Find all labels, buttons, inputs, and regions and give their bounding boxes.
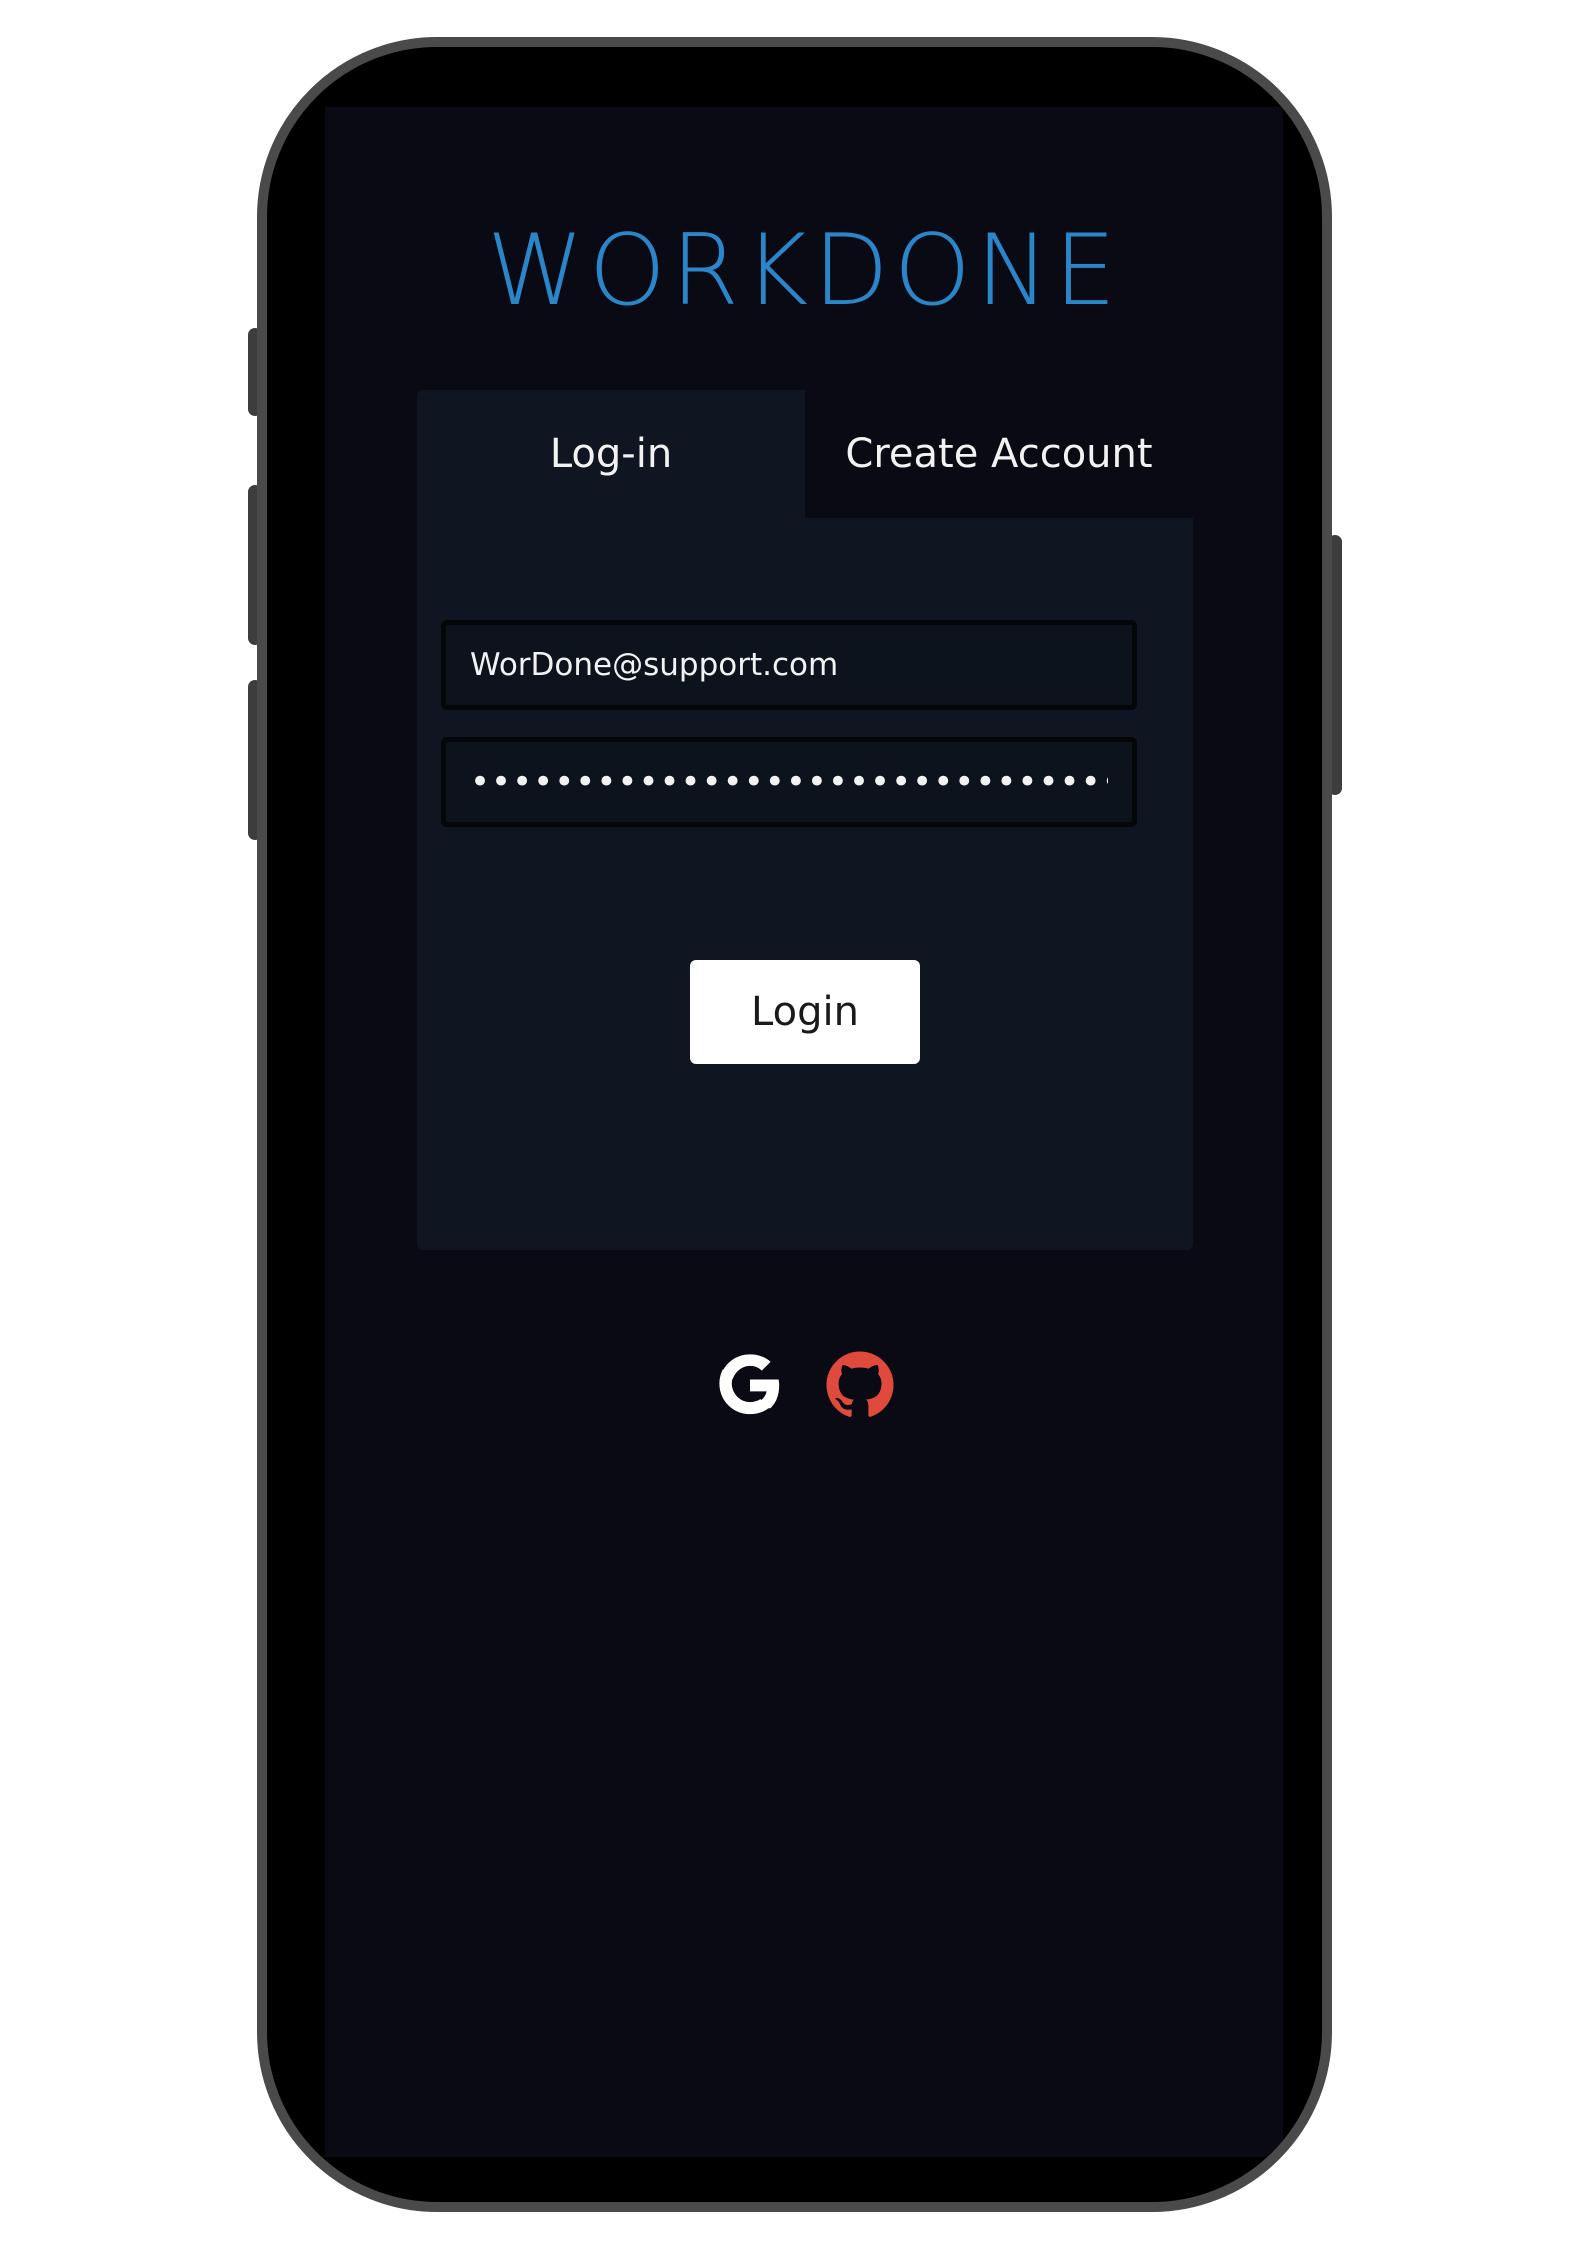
auth-card: Log-in Create Account Login bbox=[417, 390, 1193, 1250]
phone-frame: WORKDONE Log-in Create Account Login bbox=[257, 37, 1332, 2212]
password-field[interactable] bbox=[441, 737, 1137, 827]
tab-log-in[interactable]: Log-in bbox=[417, 390, 805, 518]
workdone-logo: WORKDONE bbox=[486, 214, 1122, 328]
login-button[interactable]: Login bbox=[690, 960, 920, 1064]
app-screen: WORKDONE Log-in Create Account Login bbox=[325, 107, 1283, 2157]
tab-create-account[interactable]: Create Account bbox=[805, 390, 1193, 518]
google-login-button[interactable] bbox=[715, 1350, 785, 1420]
email-field[interactable] bbox=[441, 620, 1137, 710]
google-icon bbox=[719, 1354, 780, 1415]
github-icon bbox=[826, 1351, 894, 1417]
auth-tabs: Log-in Create Account bbox=[417, 390, 1193, 518]
github-login-button[interactable] bbox=[825, 1350, 895, 1420]
